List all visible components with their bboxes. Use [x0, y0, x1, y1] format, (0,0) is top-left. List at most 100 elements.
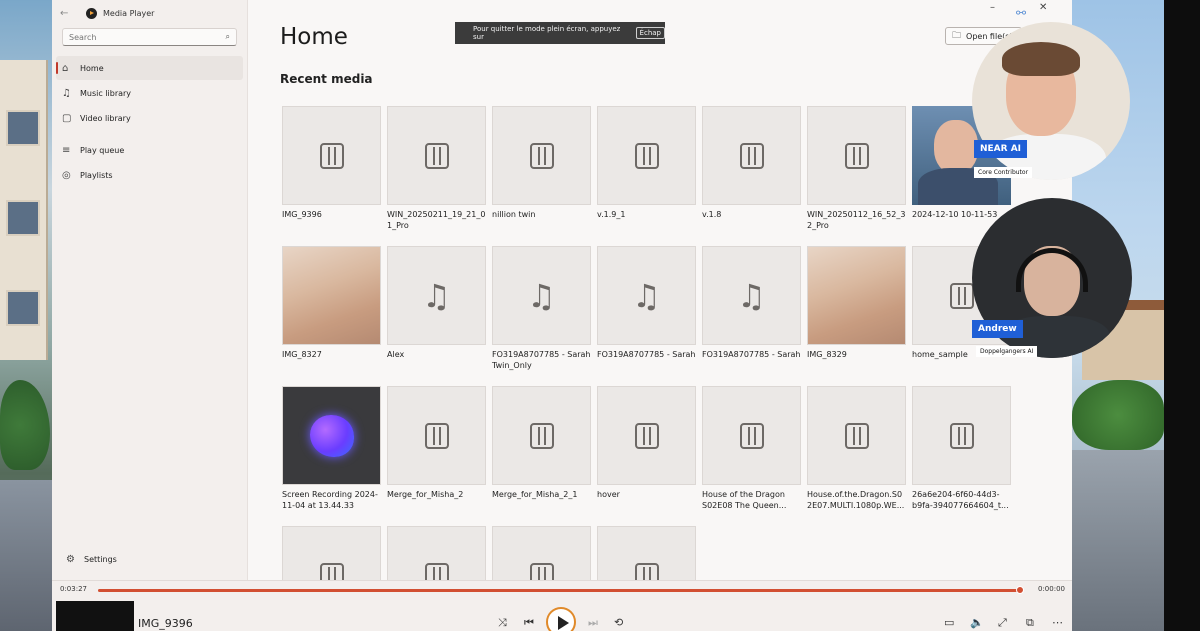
now-playing-thumbnail[interactable]: [56, 601, 134, 631]
nav-separator: [52, 131, 247, 137]
participant-headphones: [1016, 248, 1088, 292]
media-thumbnail[interactable]: [387, 526, 486, 580]
media-tile[interactable]: nillion twin: [492, 106, 591, 220]
media-thumbnail[interactable]: [912, 386, 1011, 485]
media-tile[interactable]: hover: [597, 386, 696, 500]
media-thumbnail[interactable]: ♫: [387, 246, 486, 345]
music-file-icon: ♫: [422, 276, 451, 315]
media-thumbnail[interactable]: [807, 386, 906, 485]
back-arrow-icon[interactable]: ←: [60, 8, 76, 19]
media-thumbnail[interactable]: [492, 106, 591, 205]
screen-edge: [1164, 0, 1200, 631]
seek-bar[interactable]: [98, 586, 1024, 594]
shuffle-icon[interactable]: ⤨: [498, 616, 507, 630]
media-tile[interactable]: [387, 526, 486, 580]
previous-icon[interactable]: ⏮: [524, 616, 534, 630]
media-thumbnail[interactable]: [597, 526, 696, 580]
play-button[interactable]: [546, 607, 576, 631]
media-thumbnail[interactable]: [807, 246, 906, 345]
queue-icon: ≡: [62, 144, 71, 156]
sidebar-item-play-queue[interactable]: ≡ Play queue: [56, 138, 243, 162]
wallpaper-tree: [1072, 380, 1164, 450]
media-thumbnail[interactable]: ♫: [492, 246, 591, 345]
sidebar-nav: ⌂ Home ♫ Music library ▢ Video library ≡…: [52, 56, 247, 187]
home-icon: ⌂: [62, 62, 69, 74]
section-title: Recent media: [280, 72, 373, 86]
media-tile-label: FO319A8707785 - Sarah: [702, 350, 801, 359]
search-box[interactable]: ⌕: [62, 28, 237, 46]
media-thumbnail[interactable]: [597, 106, 696, 205]
sidebar-item-settings[interactable]: ⚙ Settings: [60, 547, 248, 571]
media-tile[interactable]: ♫ FO319A8707785 - Sarah: [597, 246, 696, 360]
media-tile[interactable]: IMG_8327: [282, 246, 381, 360]
search-input[interactable]: [69, 32, 199, 42]
minimize-icon[interactable]: –: [990, 2, 995, 13]
media-tile-label: Merge_for_Misha_2_1: [492, 490, 578, 499]
media-tile[interactable]: Screen Recording 2024-11-04 at 13.44.33: [282, 386, 381, 511]
fullscreen-icon[interactable]: ⤢: [998, 616, 1007, 630]
media-tile[interactable]: [282, 526, 381, 580]
sidebar-item-video-library[interactable]: ▢ Video library: [56, 106, 243, 130]
media-tile[interactable]: Merge_for_Misha_2_1: [492, 386, 591, 500]
media-tile-label: v.1.9_1: [597, 210, 626, 219]
participant-hair: [1002, 42, 1080, 76]
captions-icon[interactable]: ▭: [944, 616, 954, 629]
sidebar-item-home[interactable]: ⌂ Home: [56, 56, 243, 80]
seek-knob[interactable]: [1016, 586, 1024, 594]
media-thumbnail[interactable]: [597, 386, 696, 485]
media-thumbnail[interactable]: [702, 386, 801, 485]
media-tile[interactable]: ♫ Alex: [387, 246, 486, 360]
media-tile[interactable]: ♫ FO319A8707785 - Sarah: [702, 246, 801, 360]
media-tile[interactable]: ♫ FO319A8707785 - Sarah Twin_Only: [492, 246, 591, 371]
participant-role-tag: Core Contributor: [974, 167, 1033, 178]
next-icon[interactable]: ⏭: [588, 616, 598, 630]
video-file-icon: [529, 142, 554, 169]
more-options-icon[interactable]: ⋯: [1052, 616, 1063, 629]
media-tile[interactable]: 26a6e204-6f60-44d3-b9fa-394077664604_t..…: [912, 386, 1011, 511]
media-tile-label: 26a6e204-6f60-44d3-b9fa-394077664604_t..…: [912, 490, 1009, 510]
sidebar-item-playlists[interactable]: ◎ Playlists: [56, 163, 243, 187]
volume-icon[interactable]: 🔈: [970, 616, 984, 629]
video-file-icon: [424, 562, 449, 580]
video-file-icon: [844, 142, 869, 169]
media-tile[interactable]: v.1.9_1: [597, 106, 696, 220]
media-tile[interactable]: [597, 526, 696, 580]
repeat-icon[interactable]: ⟲: [614, 616, 623, 629]
screen-share-icon[interactable]: ⚯: [1016, 6, 1026, 20]
media-tile[interactable]: WIN_20250211_19_21_01_Pro: [387, 106, 486, 231]
wallpaper-road: [1072, 450, 1164, 631]
media-tile[interactable]: IMG_9396: [282, 106, 381, 220]
media-thumbnail[interactable]: [282, 106, 381, 205]
media-thumbnail[interactable]: [702, 106, 801, 205]
sidebar-item-label: Home: [80, 63, 104, 73]
media-thumbnail[interactable]: [807, 106, 906, 205]
file-icon: 🗀: [952, 31, 962, 41]
media-tile[interactable]: IMG_8329: [807, 246, 906, 360]
media-tile-label: IMG_9396: [282, 210, 322, 219]
media-thumbnail[interactable]: [282, 246, 381, 345]
media-thumbnail[interactable]: [282, 526, 381, 580]
media-thumbnail[interactable]: [492, 526, 591, 580]
media-tile[interactable]: Merge_for_Misha_2: [387, 386, 486, 500]
media-tile[interactable]: [492, 526, 591, 580]
video-file-icon: [634, 142, 659, 169]
video-file-icon: [739, 142, 764, 169]
media-tile[interactable]: WIN_20250112_16_52_32_Pro: [807, 106, 906, 231]
search-icon[interactable]: ⌕: [226, 32, 230, 42]
mini-player-icon[interactable]: ⧉: [1026, 616, 1034, 630]
media-thumbnail[interactable]: [282, 386, 381, 485]
media-tile[interactable]: v.1.8: [702, 106, 801, 220]
media-thumbnail[interactable]: [387, 386, 486, 485]
video-file-icon: [949, 282, 974, 309]
media-tile-label: House.of.the.Dragon.S02E07.MULTI.1080p.W…: [807, 490, 905, 510]
media-thumbnail[interactable]: [387, 106, 486, 205]
media-thumbnail[interactable]: [492, 386, 591, 485]
media-thumbnail[interactable]: ♫: [702, 246, 801, 345]
media-tile-label: Merge_for_Misha_2: [387, 490, 464, 499]
media-tile[interactable]: House.of.the.Dragon.S02E07.MULTI.1080p.W…: [807, 386, 906, 511]
media-thumbnail[interactable]: ♫: [597, 246, 696, 345]
media-tile[interactable]: House of the Dragon S02E08 The Queen...: [702, 386, 801, 511]
music-file-icon: ♫: [737, 276, 766, 315]
sidebar-item-music-library[interactable]: ♫ Music library: [56, 81, 243, 105]
close-icon[interactable]: ✕: [1039, 2, 1047, 13]
